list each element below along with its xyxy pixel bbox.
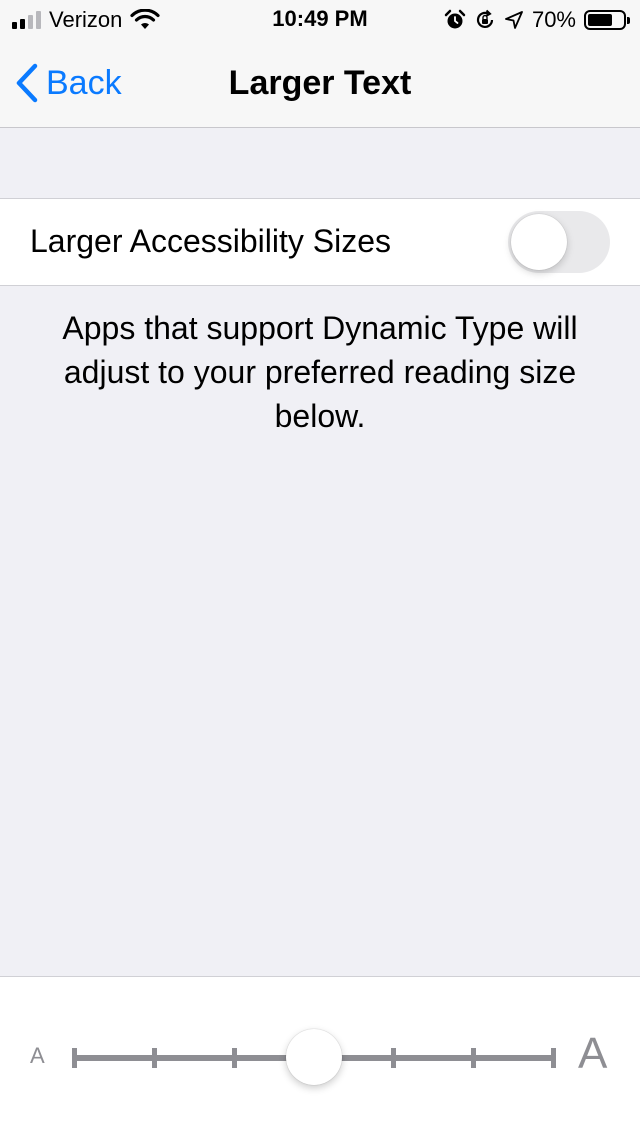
larger-accessibility-sizes-toggle[interactable] bbox=[508, 211, 610, 273]
status-right: 70% bbox=[444, 6, 630, 34]
slider-tick bbox=[152, 1048, 157, 1068]
alarm-icon bbox=[444, 9, 466, 29]
battery-percent: 70% bbox=[531, 7, 576, 32]
battery-icon bbox=[584, 10, 630, 30]
dynamic-type-description: Apps that support Dynamic Type will adju… bbox=[62, 310, 578, 434]
slider-tick bbox=[232, 1048, 237, 1068]
larger-accessibility-sizes-row: Larger Accessibility Sizes bbox=[0, 198, 640, 286]
navigation-bar: Back Larger Text bbox=[0, 40, 640, 128]
slider-tick bbox=[551, 1048, 556, 1068]
page-title: Larger Text bbox=[228, 64, 412, 102]
location-arrow-icon bbox=[505, 11, 523, 29]
slider-tick bbox=[72, 1048, 77, 1068]
slider-tick bbox=[471, 1048, 476, 1068]
text-size-slider-panel: A A bbox=[0, 976, 640, 1136]
small-text-size-label: A bbox=[30, 1043, 45, 1068]
toggle-knob bbox=[511, 214, 567, 270]
larger-accessibility-sizes-label: Larger Accessibility Sizes bbox=[30, 223, 392, 259]
rotation-lock-icon bbox=[476, 9, 494, 29]
large-text-size-label: A bbox=[578, 1029, 608, 1078]
status-bar: Verizon 10:49 PM 70% bbox=[0, 0, 640, 40]
text-size-slider-thumb[interactable] bbox=[286, 1029, 342, 1085]
slider-tick bbox=[391, 1048, 396, 1068]
